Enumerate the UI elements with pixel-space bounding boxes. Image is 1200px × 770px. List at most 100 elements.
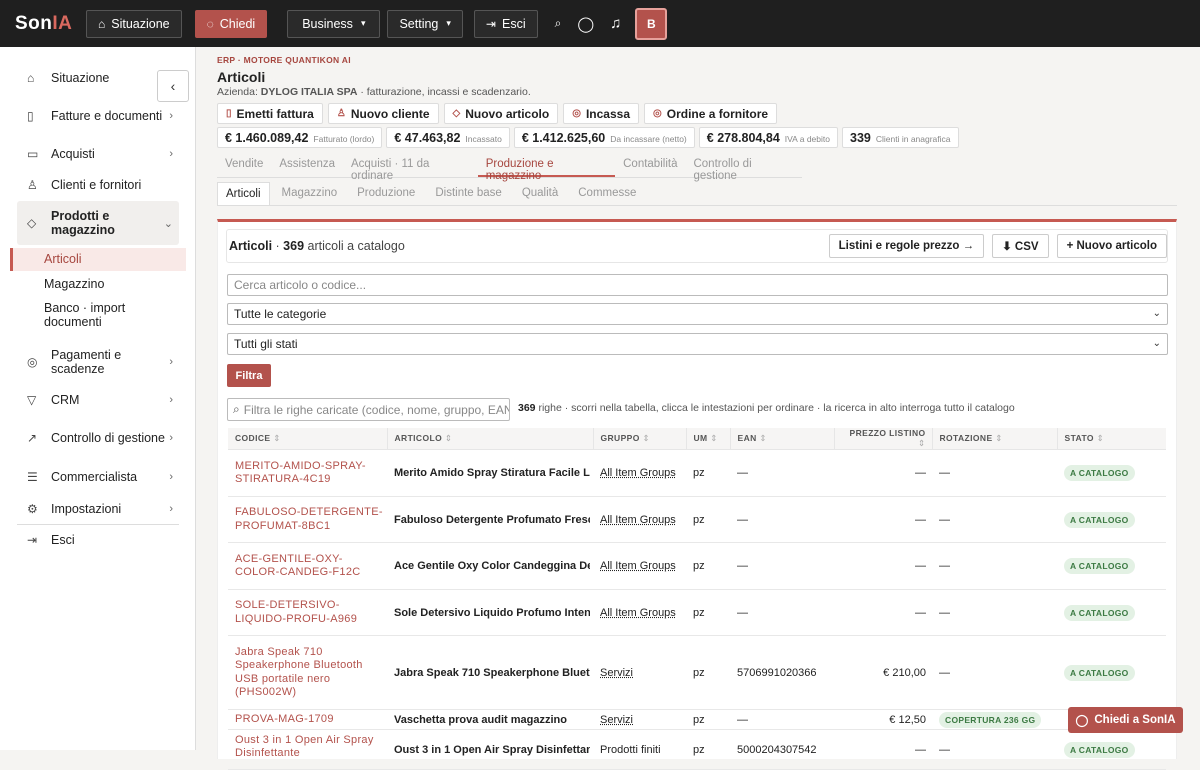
- table-row[interactable]: SOLE-DETERSIVO-LIQUIDO-PROFU-A969 Sole D…: [228, 589, 1166, 636]
- cell-code[interactable]: MERITO-AMIDO-SPRAY-STIRATURA-4C19: [228, 449, 387, 497]
- sidebar-item-acquisti[interactable]: ▭ Acquisti ›: [17, 145, 179, 163]
- cell-ean: —: [730, 449, 834, 497]
- row-filter-input[interactable]: ⌕ Filtra le righe caricate (codice, nome,…: [227, 398, 510, 421]
- sidebar-sub-magazzino[interactable]: Magazzino: [10, 277, 186, 291]
- nuovo-articolo-button[interactable]: ◇ Nuovo articolo: [443, 103, 559, 124]
- table-row[interactable]: Jabra Speak 710 Speakerphone Bluetooth U…: [228, 635, 1166, 710]
- col-rotazione[interactable]: ROTAZIONE ⇕: [931, 428, 1057, 450]
- sidebar-item-pagamenti[interactable]: ◎ Pagamenti e scadenze ›: [17, 347, 179, 377]
- card-count-suffix: articoli a catalogo: [304, 239, 405, 253]
- table-row[interactable]: PROVA-MAG-1709 Vaschetta prova audit mag…: [228, 709, 1166, 730]
- cell-ean: —: [730, 542, 834, 590]
- col-gruppo[interactable]: GRUPPO ⇕: [592, 428, 686, 450]
- subtab-distinte-base[interactable]: Distinte base: [427, 182, 509, 205]
- search-icon[interactable]: ⌕: [555, 16, 562, 31]
- sidebar: ⌂ Situazione ▯ Fatture e documenti › ▭ Acqui…: [0, 47, 196, 750]
- table-row[interactable]: MERITO-AMIDO-SPRAY-STIRATURA-4C19 Merito…: [228, 449, 1166, 497]
- csv-button[interactable]: ⬇ CSV: [992, 234, 1049, 258]
- bell-icon[interactable]: ♫: [610, 15, 621, 32]
- filtra-button[interactable]: Filtra: [227, 364, 271, 387]
- group-link[interactable]: All Item Groups: [600, 514, 676, 526]
- situazione-button[interactable]: ⌂ Situazione: [86, 9, 182, 38]
- table-row[interactable]: ACE-GENTILE-OXY-COLOR-CANDEG-F12C Ace Ge…: [228, 542, 1166, 590]
- chevron-right-icon: ›: [169, 394, 173, 406]
- kpi-strip: € 1.460.089,42 Fatturato (lordo) € 47.463…: [217, 127, 1177, 148]
- subtab-commesse[interactable]: Commesse: [570, 182, 644, 205]
- sidebar-item-prodotti[interactable]: ◇ Prodotti e magazzino ⌄: [17, 201, 179, 245]
- tab-assistenza[interactable]: Assistenza: [271, 151, 343, 177]
- subtab-articoli[interactable]: Articoli: [217, 182, 270, 205]
- sidebar-item-label: Clienti e fornitori: [51, 178, 142, 192]
- esci-label: Esci: [501, 16, 526, 31]
- sidebar-item-impostazioni[interactable]: ⚙ Impostazioni ›: [17, 500, 179, 518]
- avatar[interactable]: B: [635, 7, 668, 40]
- col-stato[interactable]: STATO ⇕: [1056, 428, 1166, 450]
- cell-code[interactable]: PROVA-MAG-1709: [228, 709, 387, 730]
- chiedi-sonia-button[interactable]: ◯ Chiedi a SonIA: [1068, 707, 1183, 733]
- cell-code[interactable]: Jabra Speak 710 Speakerphone Bluetooth U…: [228, 635, 387, 710]
- subtab-magazzino[interactable]: Magazzino: [274, 182, 346, 205]
- sidebar-item-clienti[interactable]: ♙ Clienti e fornitori: [17, 176, 179, 194]
- cell-price: —: [834, 589, 932, 636]
- business-menu[interactable]: Business ▾: [287, 9, 381, 38]
- incassa-button[interactable]: ◎ Incassa: [563, 103, 640, 124]
- tab-vendite[interactable]: Vendite: [217, 151, 271, 177]
- cell-code[interactable]: SOLE-DETERSIVO-LIQUIDO-PROFU-A969: [228, 589, 387, 636]
- sidebar-item-fatture[interactable]: ▯ Fatture e documenti ›: [17, 101, 179, 131]
- state-select[interactable]: Tutti gli stati ⌄: [227, 333, 1168, 355]
- col-label: PREZZO LISTINO: [849, 428, 926, 438]
- group-link[interactable]: Servizi: [600, 667, 633, 679]
- cell-group: All Item Groups: [593, 496, 686, 543]
- col-ean[interactable]: EAN ⇕: [729, 428, 834, 450]
- cell-um: pz: [686, 635, 730, 710]
- cell-code[interactable]: FABULOSO-DETERGENTE-PROFUMAT-8BC1: [228, 496, 387, 543]
- esci-button[interactable]: ⇥ Esci: [473, 9, 538, 38]
- document-icon: ▯: [226, 108, 232, 119]
- cell-code[interactable]: ACE-GENTILE-OXY-COLOR-CANDEG-F12C: [228, 542, 387, 590]
- col-codice[interactable]: CODICE ⇕: [228, 428, 387, 450]
- group-link[interactable]: All Item Groups: [600, 467, 676, 479]
- tab-acquisti[interactable]: Acquisti · 11 da ordinare: [343, 151, 478, 182]
- setting-menu[interactable]: Setting ▾: [387, 9, 463, 38]
- listini-button[interactable]: Listini e regole prezzo →: [828, 234, 985, 258]
- group-link[interactable]: All Item Groups: [600, 607, 676, 619]
- col-prezzo[interactable]: PREZZO LISTINO ⇕: [833, 428, 932, 450]
- chevron-down-icon: ▾: [360, 18, 366, 28]
- search-input[interactable]: Cerca articolo o codice...: [227, 274, 1168, 296]
- ordine-fornitore-button[interactable]: ◎ Ordine a fornitore: [644, 103, 778, 124]
- cell-um: pz: [686, 496, 730, 543]
- tab-contabilita[interactable]: Contabilità: [615, 151, 685, 177]
- sidebar-item-controllo[interactable]: ↗ Controllo di gestione ›: [17, 423, 179, 453]
- col-label: GRUPPO: [600, 433, 640, 443]
- col-articolo[interactable]: ARTICOLO ⇕: [386, 428, 593, 450]
- cell-article: Sole Detersivo Liquido Profumo Intenso: [387, 589, 593, 636]
- cell-article: Vaschetta prova audit magazzino: [387, 709, 593, 730]
- chat-icon[interactable]: ◯: [577, 15, 594, 33]
- category-select[interactable]: Tutte le categorie ⌄: [227, 303, 1168, 325]
- sidebar-collapse-button[interactable]: ‹: [157, 70, 189, 102]
- situazione-label: Situazione: [111, 16, 170, 31]
- sidebar-item-esci[interactable]: ⇥ Esci: [17, 531, 179, 549]
- chevron-right-icon: ›: [169, 432, 173, 444]
- subtab-qualita[interactable]: Qualità: [514, 182, 566, 205]
- company-name: DYLOG ITALIA SPA: [260, 86, 358, 98]
- col-um[interactable]: UM ⇕: [685, 428, 730, 450]
- rows-note-text: righe · scorri nella tabella, clicca le …: [535, 402, 1015, 414]
- chiedi-button[interactable]: ◌ Chiedi: [194, 9, 268, 38]
- group-link[interactable]: Servizi: [600, 714, 633, 726]
- subtab-produzione[interactable]: Produzione: [349, 182, 423, 205]
- sidebar-sub-banco[interactable]: Banco · import documenti: [10, 301, 140, 329]
- nuovo-cliente-button[interactable]: ♙ Nuovo cliente: [327, 103, 439, 124]
- nuovo-articolo-card-button[interactable]: + Nuovo articolo: [1056, 234, 1167, 258]
- sidebar-item-commercialista[interactable]: ☰ Commercialista ›: [17, 468, 179, 486]
- cell-rotation: —: [932, 589, 1057, 636]
- group-link[interactable]: All Item Groups: [600, 560, 676, 572]
- sidebar-sub-articoli[interactable]: Articoli: [10, 248, 186, 271]
- table-row[interactable]: FABULOSO-DETERGENTE-PROFUMAT-8BC1 Fabulo…: [228, 496, 1166, 543]
- emetti-fattura-button[interactable]: ▯ Emetti fattura: [217, 103, 323, 124]
- logo[interactable]: SonIA: [15, 13, 86, 35]
- tab-produzione-magazzino[interactable]: Produzione e magazzino: [477, 151, 616, 182]
- sidebar-item-crm[interactable]: ▽ CRM ›: [17, 391, 179, 409]
- tab-controllo-gestione[interactable]: Controllo di gestione: [685, 151, 802, 182]
- sidebar-item-situazione[interactable]: ⌂ Situazione: [17, 69, 179, 87]
